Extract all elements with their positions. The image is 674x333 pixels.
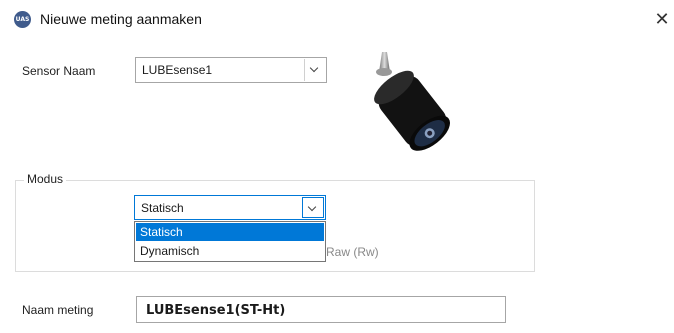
modus-dropdown-list: Statisch Dynamisch — [134, 221, 326, 262]
sensor-name-label: Sensor Naam — [22, 64, 96, 78]
close-icon[interactable]: ✕ — [650, 6, 674, 34]
modus-dropdown[interactable]: Statisch — [134, 195, 326, 220]
sensor-name-value: LUBEsense1 — [142, 63, 213, 77]
naam-meting-value: LUBEsense1(ST-Ht) — [146, 303, 286, 318]
modus-option-dynamisch[interactable]: Dynamisch — [136, 242, 324, 260]
window-title: Nieuwe meting aanmaken — [40, 11, 202, 27]
sensor-image — [374, 52, 451, 151]
naam-meting-label: Naam meting — [22, 303, 94, 317]
modus-value: Statisch — [141, 201, 184, 215]
naam-meting-input[interactable]: LUBEsense1(ST-Ht) — [136, 296, 506, 323]
modus-legend: Modus — [24, 172, 67, 186]
chevron-down-icon[interactable] — [304, 59, 325, 81]
modus-option-statisch[interactable]: Statisch — [136, 223, 324, 241]
app-logo-icon: UAS — [14, 11, 31, 28]
title-bar: UAS Nieuwe meting aanmaken ✕ — [0, 0, 674, 40]
sensor-name-dropdown[interactable]: LUBEsense1 — [135, 57, 327, 83]
chevron-down-icon[interactable] — [302, 197, 324, 218]
obscured-option-text: Raw (Rw) — [326, 245, 379, 259]
